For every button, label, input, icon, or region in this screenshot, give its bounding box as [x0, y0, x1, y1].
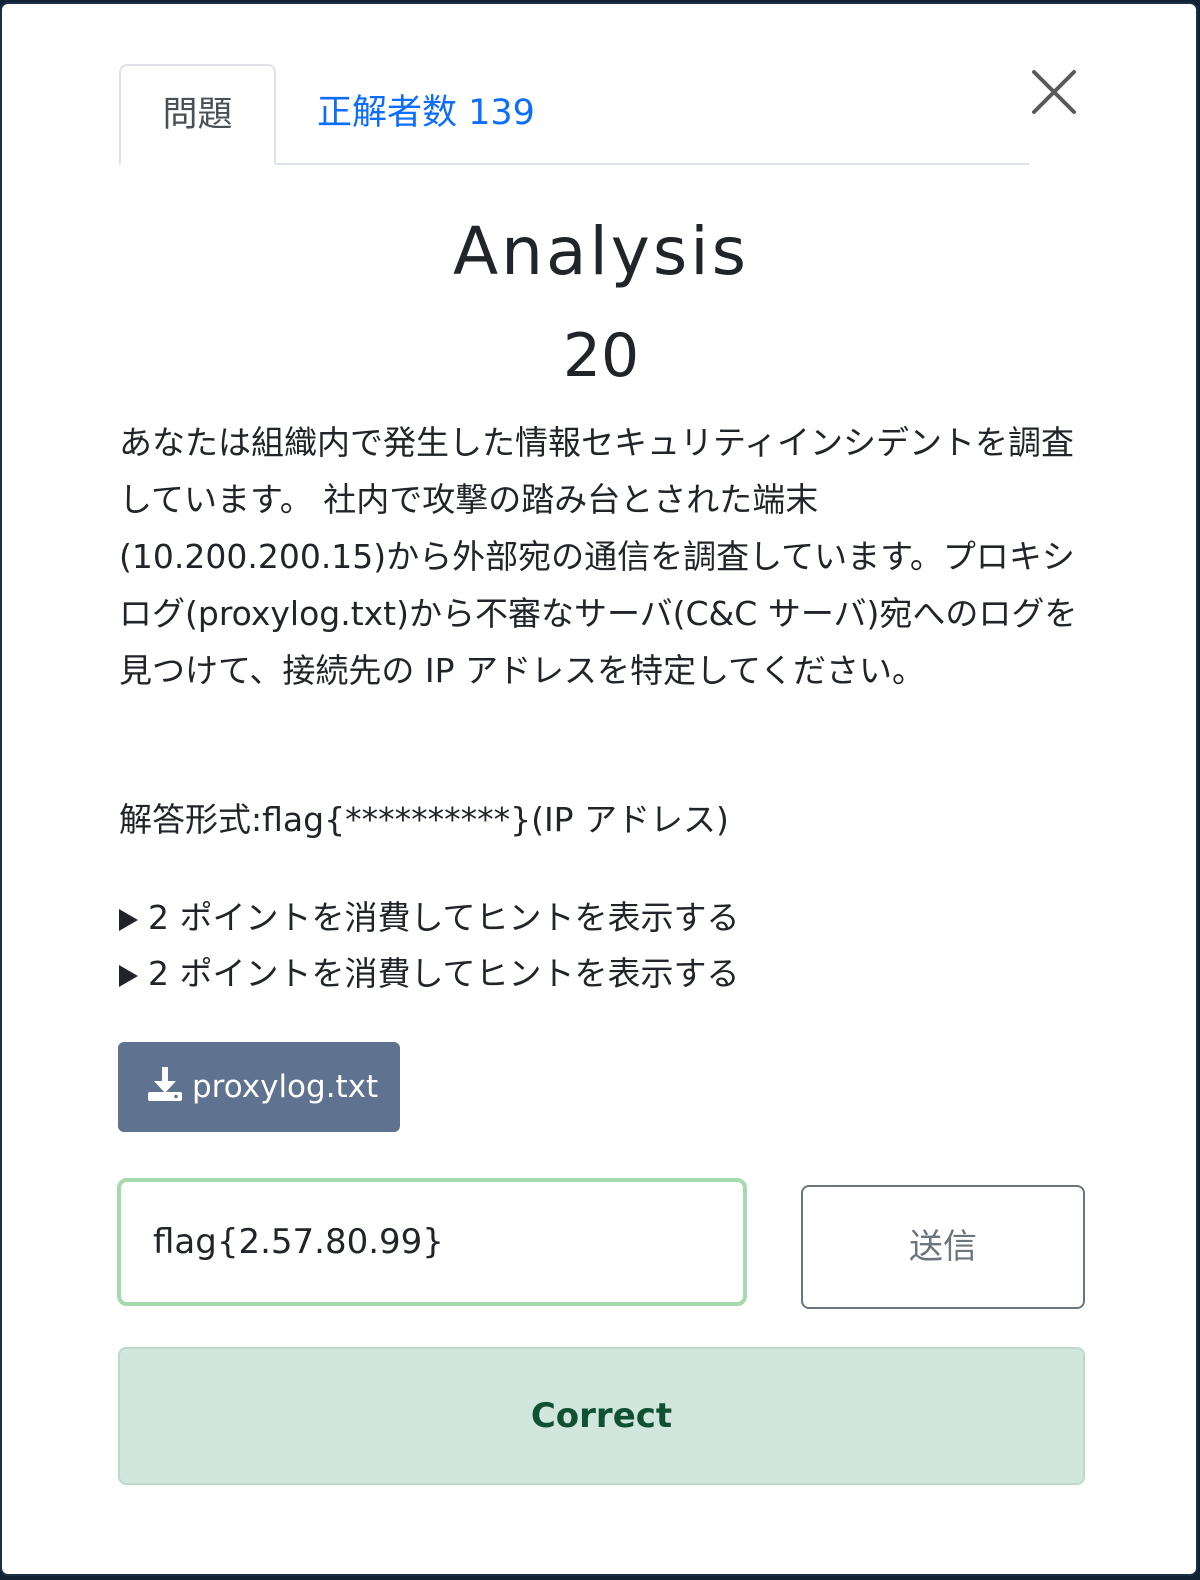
challenge-modal: 問題 正解者数 139 Analysis 20 あなたは組織内で発生した情報セキ… [0, 2, 1198, 1576]
challenge-tabs: 問題 正解者数 139 [119, 64, 1029, 165]
submit-button[interactable]: 送信 [801, 1185, 1085, 1309]
flag-input[interactable] [117, 1178, 747, 1306]
download-icon [146, 1048, 184, 1138]
hint-label: 2 ポイントを消費してヒントを表示する [148, 954, 740, 993]
download-file-button[interactable]: proxylog.txt [118, 1042, 400, 1132]
challenge-points: 20 [562, 321, 640, 391]
file-name: proxylog.txt [192, 1069, 379, 1105]
challenge-description: あなたは組織内で発生した情報セキュリティインシデントを調査しています。 社内で攻… [119, 423, 1078, 690]
caret-right-icon [119, 965, 138, 987]
tab-problem[interactable]: 問題 [119, 64, 276, 165]
caret-right-icon [119, 909, 138, 931]
hint-toggle-1[interactable]: 2 ポイントを消費してヒントを表示する [119, 894, 740, 942]
hint-toggle-2[interactable]: 2 ポイントを消費してヒントを表示する [119, 950, 740, 998]
tab-solvers[interactable]: 正解者数 139 [317, 64, 535, 163]
challenge-title: Analysis [453, 213, 749, 290]
hint-label: 2 ポイントを消費してヒントを表示する [148, 898, 740, 937]
close-icon[interactable] [1030, 68, 1080, 118]
result-alert: Correct [118, 1347, 1085, 1485]
answer-format: 解答形式:flag{**********}(IP アドレス) [119, 800, 729, 839]
